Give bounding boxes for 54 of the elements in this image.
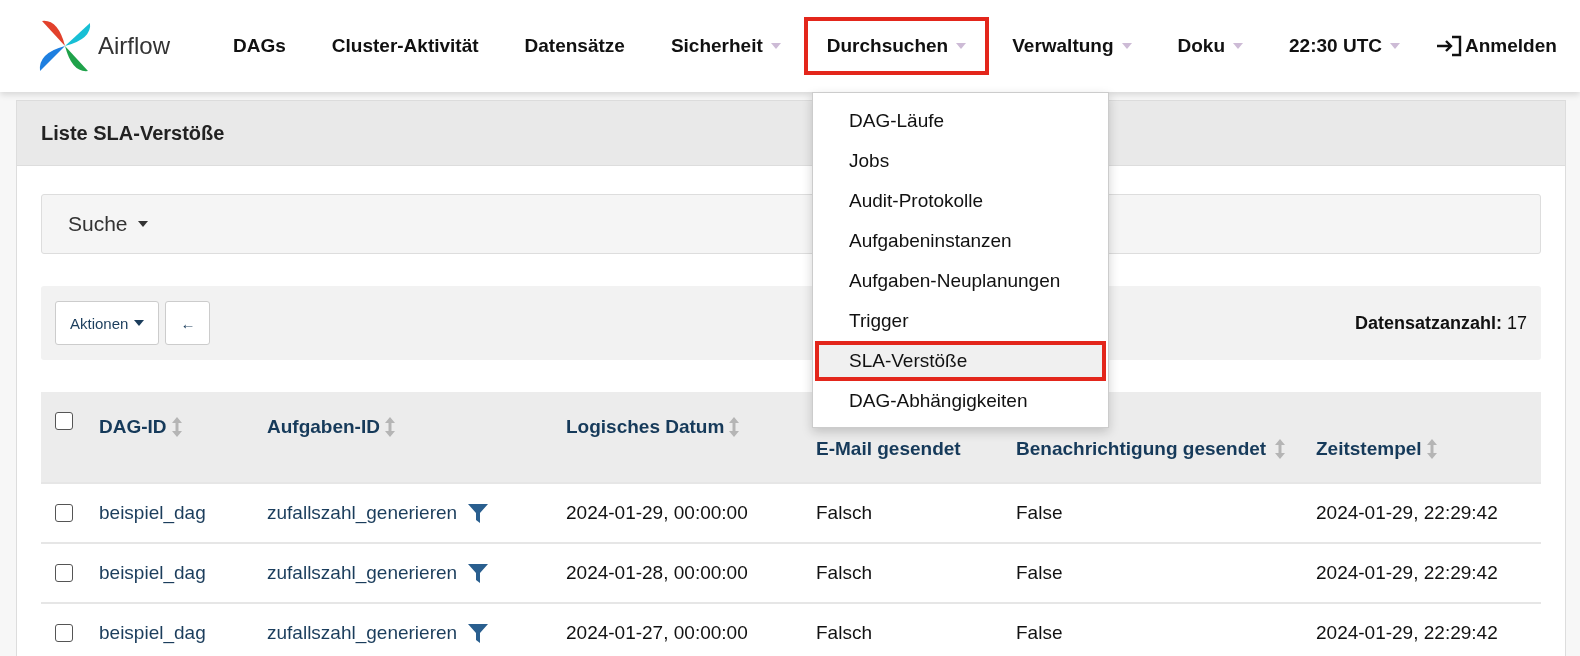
nav-menu-item[interactable]: Doku (1154, 17, 1267, 75)
table-cell: False (1016, 562, 1063, 583)
nav-menu-item[interactable]: 22:30 UTC (1266, 17, 1423, 75)
dropdown-item[interactable]: Aufgaben-Neuplanungen (815, 261, 1106, 301)
table-cell: 2024-01-29, 00:00:00 (566, 502, 748, 523)
table-cell: Falsch (816, 562, 872, 583)
dropdown-item[interactable]: SLA-Verstöße (815, 341, 1106, 381)
dag-id-link[interactable]: beispiel_dag (99, 562, 206, 583)
table-cell: Falsch (816, 622, 872, 643)
actions-button[interactable]: Aktionen (55, 301, 160, 345)
dropdown-item[interactable]: DAG-Abhängigkeiten (815, 381, 1106, 421)
column-header[interactable]: Zeitstempel (1316, 434, 1422, 464)
nav-menu-item[interactable]: Cluster-Aktivität (308, 17, 502, 75)
caret-icon (137, 221, 148, 227)
login-icon (1434, 34, 1463, 58)
dag-id-link[interactable]: beispiel_dag (99, 502, 206, 523)
nav-menu-item[interactable]: Datensätze (501, 17, 648, 75)
table-cell: Falsch (816, 502, 872, 523)
table-cell: False (1016, 622, 1063, 643)
caret-icon (1233, 43, 1244, 49)
caret-icon (134, 320, 145, 326)
table-cell: 2024-01-28, 00:00:00 (566, 562, 748, 583)
dag-id-link[interactable]: beispiel_dag (99, 622, 206, 643)
nav-menu-item[interactable]: Sicherheit (647, 17, 804, 75)
select-all-checkbox[interactable] (55, 412, 73, 430)
column-header[interactable]: Aufgaben-ID (267, 412, 380, 442)
row-checkbox[interactable] (55, 624, 73, 642)
nav-menu-item[interactable]: Verwaltung (989, 17, 1155, 75)
nav-menu-item[interactable]: DAGs (210, 17, 309, 75)
task-id-link[interactable]: zufallszahl_generieren (267, 502, 458, 524)
table-cell: 2024-01-29, 22:29:42 (1316, 562, 1498, 583)
task-id-link[interactable]: zufallszahl_generieren (267, 562, 458, 584)
table-cell: False (1016, 502, 1063, 523)
filter-icon[interactable] (467, 562, 490, 584)
row-checkbox[interactable] (55, 564, 73, 582)
back-button[interactable]: ← (165, 301, 211, 345)
nav-menu-item[interactable]: Durchsuchen (803, 17, 990, 75)
caret-icon (956, 43, 967, 49)
caret-icon (1121, 43, 1132, 49)
brand-name[interactable]: Airflow (98, 32, 170, 60)
table-cell: 2024-01-27, 00:00:00 (566, 622, 748, 643)
filter-icon[interactable] (467, 622, 490, 644)
filter-icon[interactable] (467, 502, 490, 524)
dropdown-item[interactable]: Trigger (815, 301, 1106, 341)
caret-icon (1389, 43, 1400, 49)
table-cell: 2024-01-29, 22:29:42 (1316, 502, 1498, 523)
login-link[interactable]: Anmelden (1428, 33, 1563, 59)
task-id-link[interactable]: zufallszahl_generieren (267, 622, 458, 644)
record-count: Datensatzanzahl: 17 (1354, 312, 1527, 334)
column-header[interactable]: DAG-ID (99, 412, 167, 442)
row-checkbox[interactable] (55, 504, 73, 522)
dropdown-item[interactable]: DAG-Läufe (815, 101, 1106, 141)
table-cell: 2024-01-29, 22:29:42 (1316, 622, 1498, 643)
caret-icon (770, 43, 781, 49)
